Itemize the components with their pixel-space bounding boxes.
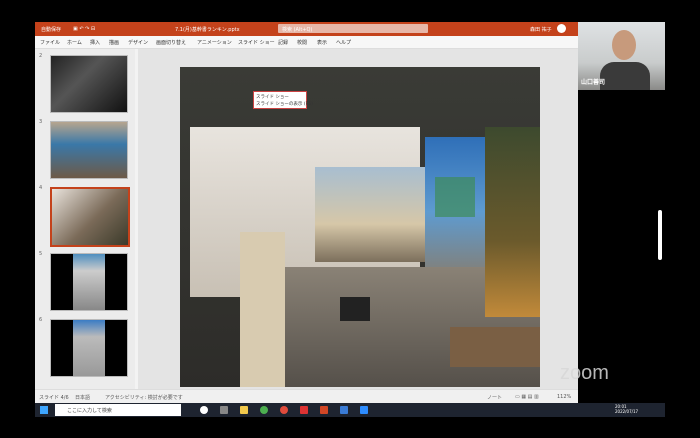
save-icon[interactable]: ▣ ↶ ↷ ⊟ [73,26,95,32]
slideshow-tooltip: スライド ショー スライド ショーの表示 (F5) [253,91,313,109]
slide-thumbnail-3[interactable] [50,121,128,179]
slide-number: 4 [39,185,43,191]
tab-help[interactable]: ヘルプ [336,39,351,46]
taskbar-search-input[interactable]: ここに入力して検索 [55,404,181,416]
slide-counter: スライド 4/6 [39,395,69,401]
title-bar: 自動保存 ▣ ↶ ↷ ⊟ 7.1(月)基幹書ランキン.pptx 検索 (Alt+… [35,22,578,36]
tab-file[interactable]: ファイル [40,39,60,46]
participant-video[interactable]: 山口善司 [578,22,665,90]
powerpoint-icon[interactable] [320,406,328,414]
clock-date: 2022/07/17 [615,409,639,414]
slide-thumbnail-pane: 2 3 4 5 6 [35,49,135,389]
tab-transitions[interactable]: 画面切り替え [156,39,186,46]
slide-number: 2 [39,53,43,59]
tab-draw[interactable]: 描画 [109,39,119,46]
zoom-level[interactable]: 112% [557,394,571,400]
file-explorer-icon[interactable] [240,406,248,414]
slide-number: 3 [39,119,43,125]
tab-insert[interactable]: 挿入 [90,39,100,46]
tab-record[interactable]: 記録 [278,39,288,46]
acrobat-icon[interactable] [300,406,308,414]
slide-thumbnail-2[interactable] [50,55,128,113]
participant-name: 山口善司 [581,79,606,86]
slide-thumbnail-4-selected[interactable] [50,187,130,247]
autosave-label[interactable]: 自動保存 [41,26,61,33]
search-input[interactable]: 検索 (Alt+Q) [278,24,428,33]
avatar[interactable] [557,24,566,33]
tab-review[interactable]: 校閲 [297,39,307,46]
status-bar: スライド 4/6 日本語 アクセシビリティ: 検討が必要です ノート ▭ ▦ ▤… [35,389,578,403]
ribbon-tabs: ファイル ホーム 挿入 描画 デザイン 画面切り替え アニメーション スライド … [35,36,578,49]
search-placeholder: 検索 (Alt+Q) [282,27,313,33]
user-name: 森田 祐子 [530,27,552,33]
tooltip-title: スライド ショー [256,95,289,100]
tooltip-text: スライド ショーの表示 (F5) [256,102,313,107]
powerpoint-window: 自動保存 ▣ ↶ ↷ ⊟ 7.1(月)基幹書ランキン.pptx 検索 (Alt+… [35,22,578,403]
widgets-icon[interactable] [220,406,228,414]
participant-body [600,62,650,90]
tab-design[interactable]: デザイン [128,39,148,46]
windows-start-icon[interactable] [40,406,48,414]
taskbar-search-placeholder: ここに入力して検索 [67,408,112,414]
zoom-app-icon[interactable] [360,406,368,414]
accessibility-status[interactable]: アクセシビリティ: 検討が必要です [105,394,183,401]
slide-number: 5 [39,251,43,257]
view-buttons[interactable]: ▭ ▦ ▤ ▥ [515,394,539,400]
language-indicator[interactable]: 日本語 [75,394,90,401]
notes-button[interactable]: ノート [487,394,502,401]
system-tray[interactable]: 20:01 2022/07/17 [615,404,638,414]
tab-home[interactable]: ホーム [67,39,82,46]
tab-slideshow[interactable]: スライド ショー [238,39,275,46]
slide-photo[interactable] [180,67,540,387]
participant-face [612,30,636,60]
zoom-watermark: zoom [560,362,609,384]
slide-number: 6 [39,317,43,323]
slide-thumbnail-5[interactable] [50,253,128,311]
chrome-icon[interactable] [260,406,268,414]
task-view-icon[interactable] [200,406,208,414]
tab-animations[interactable]: アニメーション [197,39,232,46]
scrollbar[interactable] [658,210,662,260]
chrome-profile-icon[interactable] [280,406,288,414]
document-title: 7.1(月)基幹書ランキン.pptx [175,27,240,33]
edge-icon[interactable] [340,406,348,414]
tab-view[interactable]: 表示 [317,39,327,46]
taskbar: ここに入力して検索 20:01 2022/07/17 [35,403,665,417]
slide-editor-canvas[interactable]: スライド ショー スライド ショーの表示 (F5) [138,49,578,390]
slide-thumbnail-6[interactable] [50,319,128,377]
